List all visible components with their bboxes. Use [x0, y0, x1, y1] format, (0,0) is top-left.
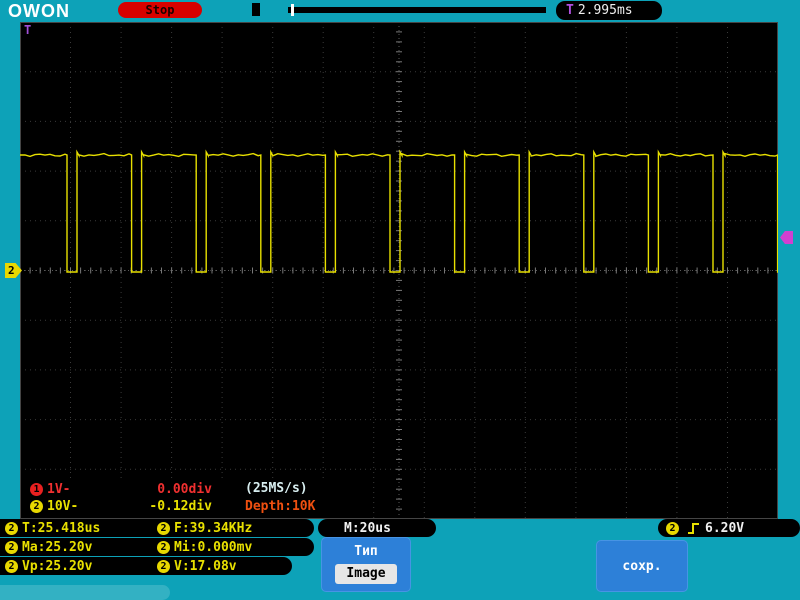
- channel1-badge: 1: [30, 483, 43, 496]
- save-button[interactable]: сохр.: [596, 540, 688, 592]
- memory-depth: Depth:10K: [245, 499, 316, 514]
- max-value: Ma:25.20v: [22, 539, 93, 555]
- trigger-time-value: 2.995ms: [577, 3, 633, 18]
- channel2-offset: -0.12div: [149, 499, 212, 514]
- period-value: T:25.418us: [22, 520, 101, 536]
- measurement-row-2: 2 Ma:25.20v 2 Mi:0.000mv: [0, 538, 314, 556]
- channel2-badge: 2: [5, 540, 18, 554]
- max-readout: 2 Ma:25.20v: [5, 540, 157, 555]
- channel2-badge: 2: [5, 559, 18, 573]
- channel-settings-panel: 1 1V- 0.00div 2 10V- -0.12div: [24, 478, 230, 518]
- period-readout: 2 T:25.418us: [5, 521, 157, 536]
- trigger-position-label: T: [24, 23, 32, 37]
- memory-bar: [288, 7, 546, 13]
- channel2-badge: 2: [157, 540, 170, 554]
- scope-grid-and-trace: [20, 22, 778, 519]
- waveform-display: [20, 22, 778, 519]
- trigger-level-arrow-icon: [780, 231, 793, 244]
- rising-edge-icon: [688, 522, 699, 534]
- min-readout: 2 Mi:0.000mv: [157, 540, 252, 555]
- sample-rate: (25MS/s): [245, 481, 308, 496]
- save-label: сохр.: [622, 558, 662, 574]
- menu-button-type[interactable]: Тип Image: [321, 537, 411, 592]
- channel1-scale: 1V-: [47, 482, 71, 497]
- measurement-row-3: 2 Vp:25.20v 2 V:17.08v: [0, 557, 292, 575]
- trigger-time-icon: T: [566, 3, 574, 18]
- trigger-time-readout: T 2.995ms: [556, 1, 662, 20]
- frequency-readout: 2 F:39.34KHz: [157, 521, 252, 536]
- frequency-value: F:39.34KHz: [174, 520, 253, 536]
- oscilloscope-screen: OWON Stop T 2.995ms T 2 1 1V- 0.00div 2 …: [0, 0, 800, 600]
- vavg-readout: 2 V:17.08v: [157, 559, 237, 574]
- measurement-row-1: 2 T:25.418us 2 F:39.34KHz: [0, 519, 314, 537]
- channel2-badge: 2: [30, 500, 43, 513]
- channel2-badge: 2: [157, 559, 170, 573]
- brand-logo: OWON: [8, 1, 70, 21]
- channel1-offset: 0.00div: [157, 482, 212, 497]
- vpp-value: Vp:25.20v: [22, 558, 93, 574]
- channel2-settings-row: 2 10V- -0.12div: [30, 498, 224, 515]
- trigger-offset-marker: [252, 3, 260, 16]
- type-value-option[interactable]: Image: [335, 564, 397, 584]
- channel2-badge: 2: [5, 521, 18, 535]
- acquisition-status-badge: Stop: [118, 2, 202, 18]
- vpp-readout: 2 Vp:25.20v: [5, 559, 157, 574]
- timebase-readout: M:20us: [318, 519, 436, 537]
- channel2-badge: 2: [666, 521, 679, 535]
- vavg-value: V:17.08v: [174, 558, 237, 574]
- channel2-scale: 10V-: [47, 499, 79, 514]
- channel1-settings-row: 1 1V- 0.00div: [30, 481, 224, 498]
- bottom-left-bar: [0, 585, 170, 600]
- trigger-level-value: 6.20V: [705, 520, 745, 536]
- type-label: Тип: [354, 544, 378, 559]
- trigger-level-readout: 2 6.20V: [658, 519, 800, 537]
- memory-window-marker: [291, 4, 294, 16]
- acquisition-panel: (25MS/s) Depth:10K: [240, 478, 346, 518]
- channel2-badge: 2: [157, 521, 170, 535]
- min-value: Mi:0.000mv: [174, 539, 253, 555]
